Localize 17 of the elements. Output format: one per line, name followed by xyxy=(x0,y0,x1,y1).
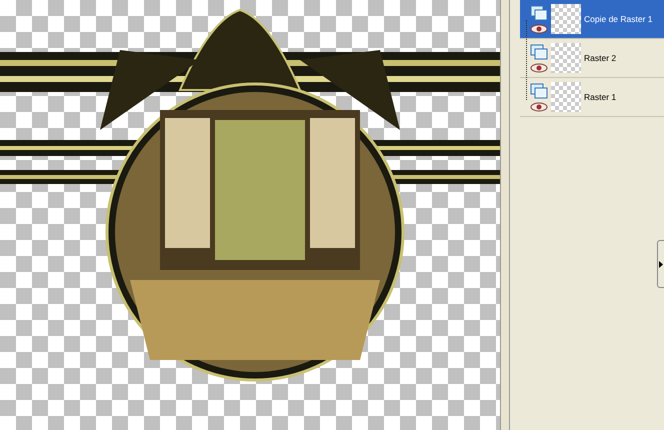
layer-name: Raster 1 xyxy=(584,92,616,102)
eye-icon[interactable] xyxy=(530,24,548,34)
layer-thumbnail xyxy=(551,82,581,112)
layer-item[interactable]: Raster 1 xyxy=(520,78,664,117)
panel-toggle[interactable] xyxy=(657,240,664,288)
layer-item[interactable]: Raster 2 xyxy=(520,39,664,78)
layer-name: Raster 2 xyxy=(584,53,616,63)
layer-item[interactable]: Copie de Raster 1 xyxy=(520,0,664,39)
layer-type-icon[interactable] xyxy=(530,82,548,98)
eye-icon[interactable] xyxy=(530,102,548,112)
eye-icon[interactable] xyxy=(530,62,548,72)
layer-thumbnail xyxy=(551,4,581,34)
layer-thumbnail xyxy=(551,43,581,73)
layer-type-icon[interactable] xyxy=(530,4,548,20)
arrow-right-icon xyxy=(659,260,663,268)
layer-name: Copie de Raster 1 xyxy=(584,14,653,24)
layer-type-icon[interactable] xyxy=(530,44,548,60)
